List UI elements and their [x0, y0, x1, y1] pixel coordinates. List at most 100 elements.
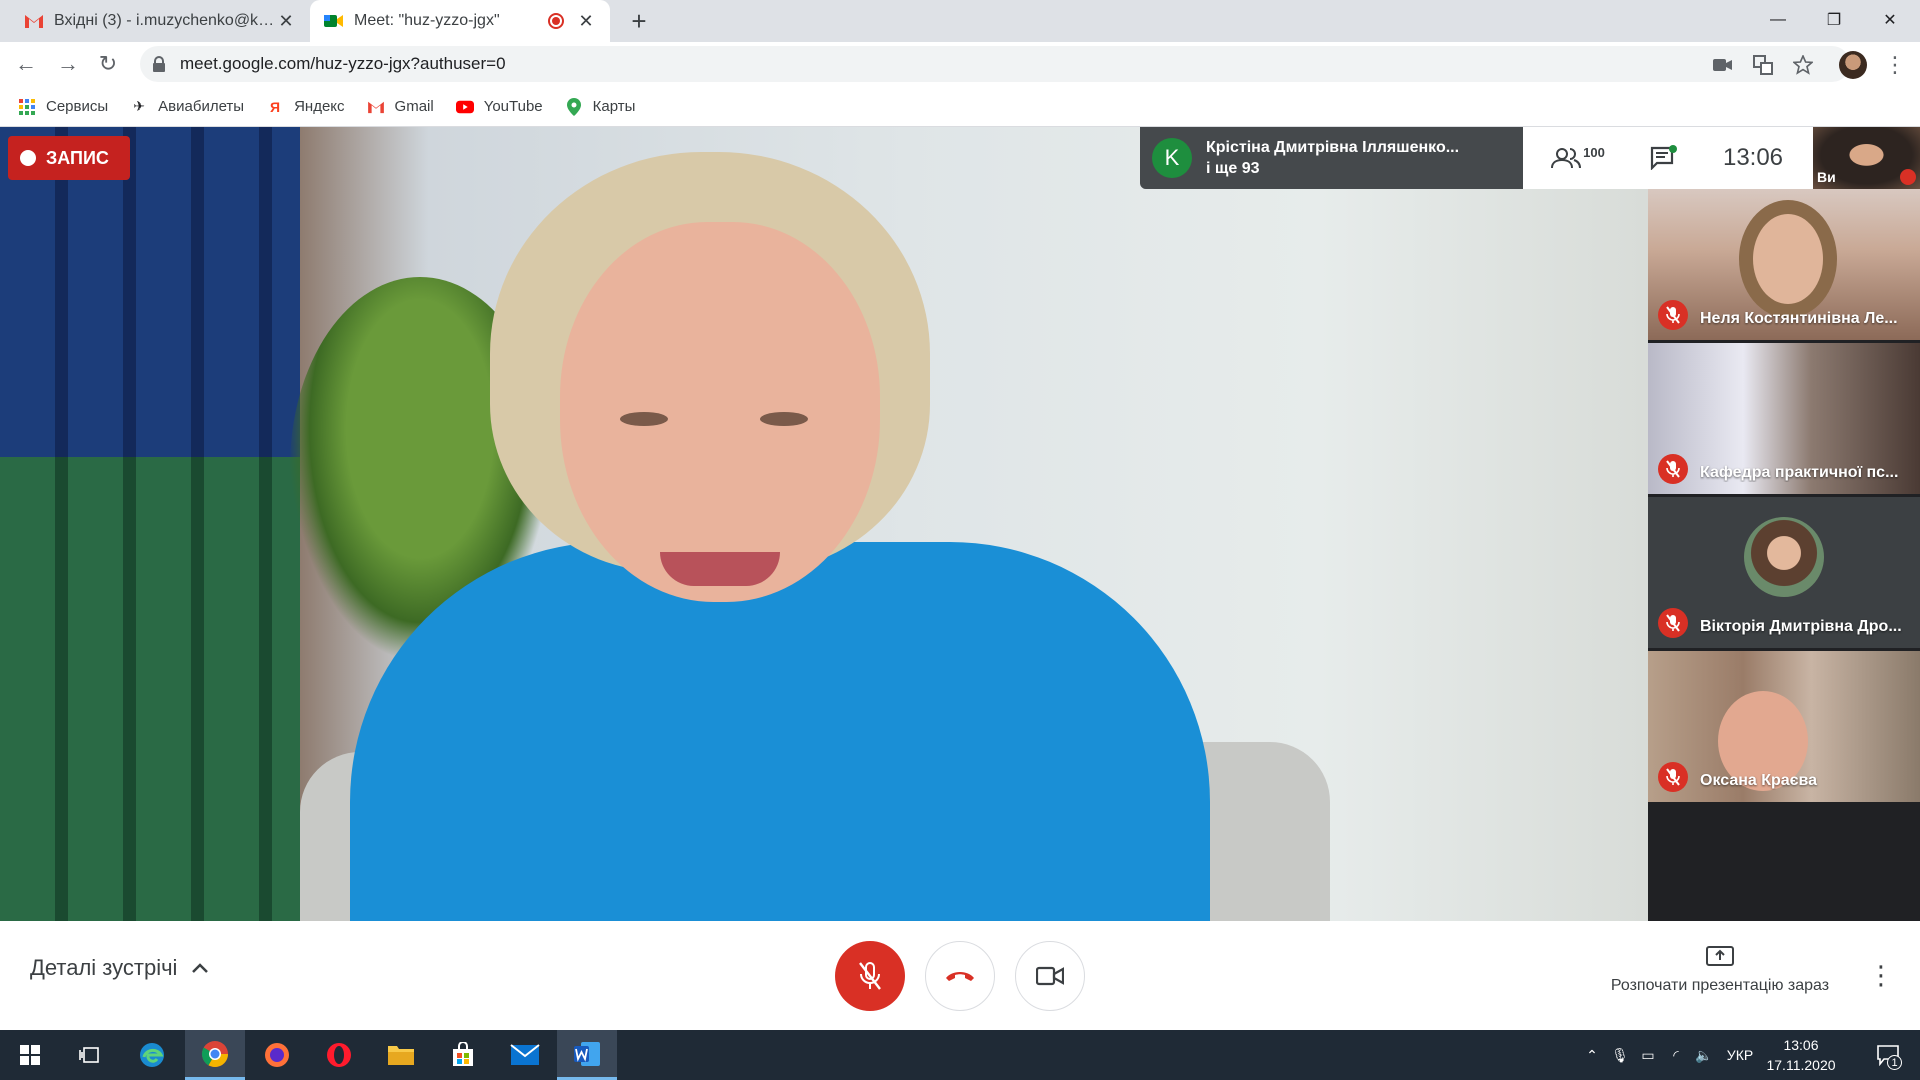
participant-name: Неля Костянтинівна Ле... [1700, 310, 1898, 327]
camera-icon [1036, 966, 1064, 986]
meet-top-bar: 100 13:06 [1523, 127, 1813, 189]
yandex-icon: Я [270, 98, 281, 115]
minimize-button[interactable]: — [1750, 0, 1806, 40]
main-video-stage [0, 127, 1648, 921]
mail-icon[interactable] [495, 1030, 555, 1080]
tab-gmail[interactable]: Вхідні (3) - i.muzychenko@kubg ✕ [10, 0, 310, 42]
taskbar-clock[interactable]: 13:06 17.11.2020 [1756, 1035, 1846, 1075]
taskbar-time: 13:06 [1783, 1037, 1819, 1053]
microphone-tray-icon[interactable]: 🎙 [1606, 1047, 1634, 1064]
opera-icon[interactable] [309, 1030, 369, 1080]
lock-icon [152, 56, 168, 72]
chat-button[interactable] [1633, 127, 1693, 189]
hang-up-icon [946, 972, 974, 981]
participant-name: Вікторія Дмитрівна Дро... [1700, 618, 1902, 635]
present-now-button[interactable]: Розпочати презентацію зараз [1600, 945, 1840, 995]
bookmark-flights[interactable]: ✈ Авиабилеты [130, 98, 244, 116]
youtube-icon [455, 98, 474, 116]
presenter-others: і ще 93 [1206, 160, 1260, 177]
notification-count: 1 [1887, 1055, 1902, 1070]
meeting-details-button[interactable]: Деталі зустрічі [30, 955, 209, 981]
file-explorer-icon[interactable] [371, 1030, 431, 1080]
chevron-up-icon [191, 958, 209, 979]
tab-meet[interactable]: Meet: "huz-yzzo-jgx" ✕ [310, 0, 610, 42]
forward-button[interactable]: → [52, 48, 84, 80]
gmail-icon [367, 98, 385, 116]
meeting-clock: 13:06 [1722, 144, 1784, 171]
tab-title: Meet: "huz-yzzo-jgx" [354, 12, 500, 29]
profile-avatar[interactable] [1839, 51, 1867, 79]
background-shelf [0, 457, 300, 921]
presenter-name: Крістіна Дмитрівна Ілляшенко... [1206, 139, 1460, 156]
self-label: Ви [1817, 169, 1836, 185]
task-view-icon[interactable] [60, 1030, 120, 1080]
taskbar-date: 17.11.2020 [1766, 1057, 1836, 1073]
new-tab-button[interactable]: + [624, 6, 654, 36]
leave-call-button[interactable] [925, 941, 995, 1011]
participant-tile[interactable]: Неля Костянтинівна Ле... [1648, 189, 1920, 340]
self-view-tile[interactable]: Ви [1813, 127, 1920, 189]
presenter-avatar: K [1152, 138, 1192, 178]
mic-off-icon [1658, 762, 1688, 792]
mic-off-icon [1900, 169, 1916, 185]
bookmark-maps[interactable]: Карты [565, 97, 635, 116]
volume-icon[interactable]: 🔈 [1690, 1047, 1718, 1064]
participant-name: Оксана Краєва [1700, 772, 1818, 789]
participant-avatar [1744, 517, 1824, 597]
restore-button[interactable]: ❐ [1806, 0, 1862, 40]
bookmark-label: Сервисы [46, 98, 109, 115]
bookmark-gmail[interactable]: Gmail [367, 98, 434, 116]
apps-grid-icon [18, 98, 36, 116]
store-icon[interactable] [433, 1030, 493, 1080]
tab-title: Вхідні (3) - i.muzychenko@kubg [54, 12, 276, 29]
windows-taskbar: ⌃ 🎙 ▭ ◜ 🔈 УКР 13:06 17.11.2020 1 [0, 1030, 1920, 1080]
bookmark-yandex[interactable]: Я Яндекс [266, 98, 344, 116]
participants-button[interactable]: 100 [1523, 127, 1633, 189]
chrome-menu-icon[interactable]: ⋮ [1880, 50, 1910, 80]
bookmark-youtube[interactable]: YouTube [455, 98, 543, 116]
more-options-icon[interactable]: ⋮ [1866, 957, 1896, 993]
close-tab-icon[interactable]: ✕ [276, 11, 296, 31]
camera-toggle-button[interactable] [1015, 941, 1085, 1011]
recording-badge: ЗАПИС [8, 136, 130, 180]
present-now-label: Розпочати презентацію зараз [1610, 977, 1830, 994]
close-window-button[interactable]: ✕ [1862, 0, 1918, 40]
participant-name: Кафедра практичної пс... [1700, 464, 1899, 481]
meet-icon [324, 11, 344, 31]
presenter-banner[interactable]: K Крістіна Дмитрівна Ілляшенко... і ще 9… [1140, 127, 1523, 189]
camera-in-use-icon[interactable] [1708, 50, 1738, 80]
mic-off-icon [859, 962, 881, 990]
battery-icon[interactable]: ▭ [1634, 1047, 1662, 1064]
word-icon[interactable] [557, 1030, 617, 1080]
firefox-icon[interactable] [247, 1030, 307, 1080]
microphone-toggle-button[interactable] [835, 941, 905, 1011]
bookmark-star-icon[interactable] [1788, 50, 1818, 80]
notifications-icon[interactable]: 1 [1858, 1030, 1918, 1080]
meeting-details-label: Деталі зустрічі [30, 955, 178, 980]
bookmark-label: Авиабилеты [158, 98, 245, 115]
maps-pin-icon [565, 97, 583, 116]
bookmark-label: Яндекс [294, 98, 345, 115]
translate-icon[interactable] [1748, 50, 1778, 80]
record-dot-icon [20, 150, 36, 166]
close-tab-icon[interactable]: ✕ [576, 11, 596, 31]
reload-button[interactable]: ↻ [92, 48, 124, 80]
airplane-icon: ✈ [133, 98, 146, 114]
system-tray: ⌃ 🎙 ▭ ◜ 🔈 УКР [1578, 1030, 1762, 1080]
windows-start-icon[interactable] [0, 1030, 60, 1080]
address-bar[interactable]: meet.google.com/huz-yzzo-jgx?authuser=0 [140, 46, 1850, 82]
recording-indicator-icon [548, 13, 564, 29]
browser-toolbar: ← → ↻ meet.google.com/huz-yzzo-jgx?authu… [0, 42, 1920, 87]
wifi-icon[interactable]: ◜ [1662, 1047, 1690, 1064]
participant-tile[interactable]: Кафедра практичної пс... [1648, 343, 1920, 494]
edge-icon[interactable] [122, 1030, 182, 1080]
chrome-icon[interactable] [185, 1030, 245, 1080]
mic-off-icon [1658, 454, 1688, 484]
back-button[interactable]: ← [10, 48, 42, 80]
participant-tile[interactable]: Вікторія Дмитрівна Дро... [1648, 497, 1920, 648]
show-hidden-icons-icon[interactable]: ⌃ [1578, 1047, 1606, 1064]
participant-tile[interactable]: Оксана Краєва [1648, 651, 1920, 802]
bookmark-services[interactable]: Сервисы [18, 98, 108, 116]
presenter-video [300, 152, 1330, 921]
bookmarks-bar: Сервисы ✈ Авиабилеты Я Яндекс Gmail YouT… [0, 87, 1920, 127]
